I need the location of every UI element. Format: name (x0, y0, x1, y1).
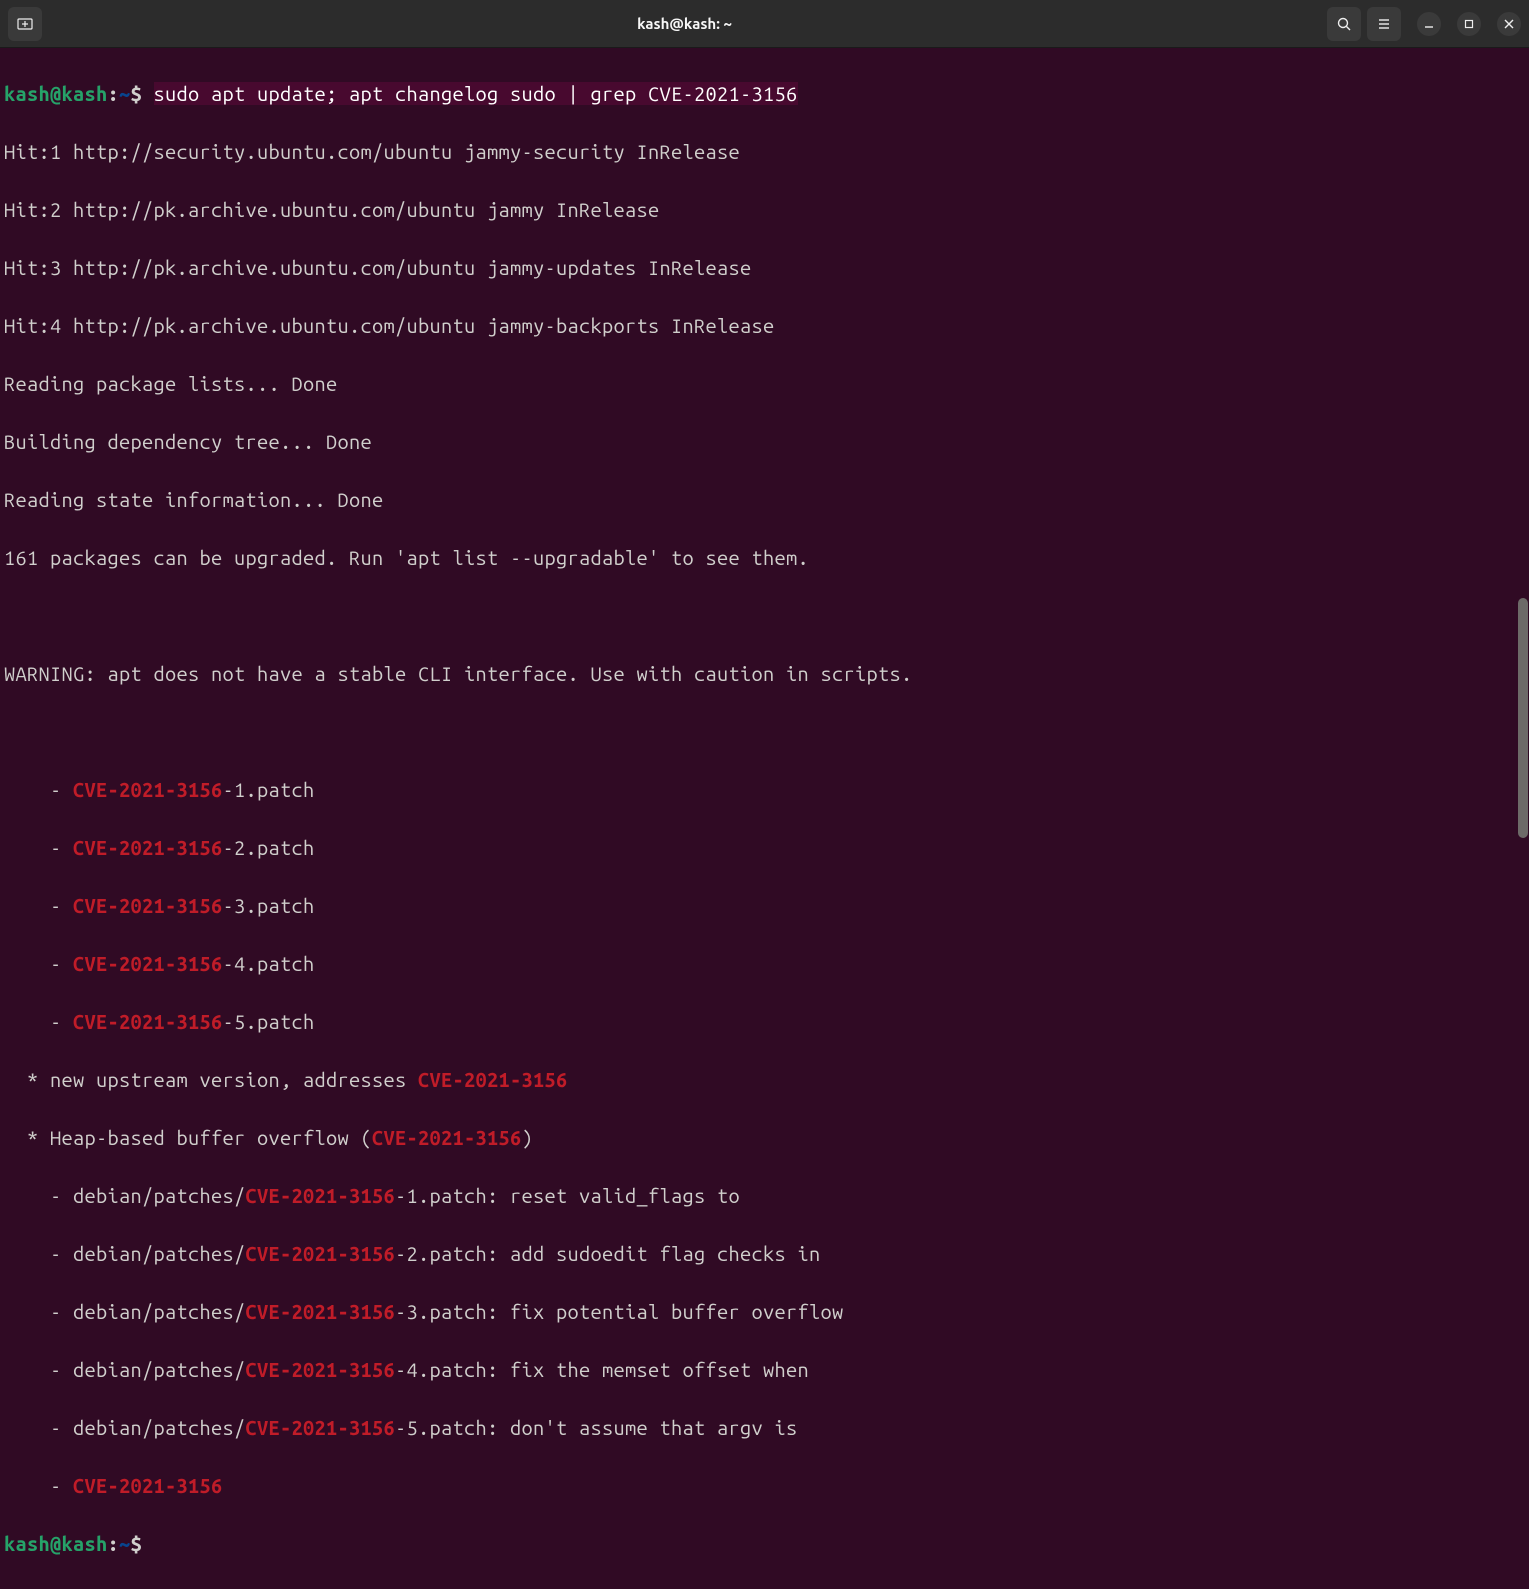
cve-highlight: CVE-2021-3156 (246, 1358, 396, 1381)
command-text: sudo apt update; apt changelog sudo | gr… (154, 82, 798, 105)
prompt-colon: : (108, 82, 120, 105)
prompt-host: kash (62, 82, 108, 105)
grep-line: * Heap-based buffer overflow (CVE-2021-3… (4, 1123, 1525, 1152)
search-icon (1336, 16, 1352, 32)
scrollbar[interactable] (1517, 48, 1529, 857)
title-bar: kash@kash: ~ (0, 0, 1529, 48)
output-line: Reading package lists... Done (4, 369, 1525, 398)
new-tab-icon (17, 16, 33, 32)
window-title: kash@kash: ~ (42, 13, 1327, 35)
prompt-host: kash (62, 1532, 108, 1555)
grep-line: - debian/patches/CVE-2021-3156-4.patch: … (4, 1355, 1525, 1384)
maximize-icon (1464, 19, 1474, 29)
output-line (4, 601, 1525, 630)
terminal-content[interactable]: kash@kash:~$ sudo apt update; apt change… (0, 48, 1529, 1589)
output-line (4, 717, 1525, 746)
output-line: Hit:1 http://security.ubuntu.com/ubuntu … (4, 137, 1525, 166)
prompt-colon: : (108, 1532, 120, 1555)
output-line: Hit:2 http://pk.archive.ubuntu.com/ubunt… (4, 195, 1525, 224)
close-button[interactable] (1497, 12, 1521, 36)
prompt-path: ~ (119, 1532, 131, 1555)
new-tab-button[interactable] (8, 7, 42, 41)
hamburger-icon (1376, 16, 1392, 32)
prompt-user: kash (4, 1532, 50, 1555)
cve-highlight: CVE-2021-3156 (73, 1010, 223, 1033)
scrollbar-thumb[interactable] (1518, 598, 1528, 838)
output-line: Reading state information... Done (4, 485, 1525, 514)
cve-highlight: CVE-2021-3156 (246, 1416, 396, 1439)
cve-highlight: CVE-2021-3156 (73, 1474, 223, 1497)
prompt-at: @ (50, 1532, 62, 1555)
cve-highlight: CVE-2021-3156 (246, 1300, 396, 1323)
output-line: Building dependency tree... Done (4, 427, 1525, 456)
minimize-button[interactable] (1417, 12, 1441, 36)
prompt-at: @ (50, 82, 62, 105)
prompt-path: ~ (119, 82, 131, 105)
grep-line: - CVE-2021-3156-1.patch (4, 775, 1525, 804)
grep-line: - CVE-2021-3156-5.patch (4, 1007, 1525, 1036)
grep-line: - CVE-2021-3156 (4, 1471, 1525, 1500)
cve-highlight: CVE-2021-3156 (418, 1068, 568, 1091)
grep-line: - CVE-2021-3156-2.patch (4, 833, 1525, 862)
cve-highlight: CVE-2021-3156 (372, 1126, 522, 1149)
search-button[interactable] (1327, 7, 1361, 41)
output-line: 161 packages can be upgraded. Run 'apt l… (4, 543, 1525, 572)
cve-highlight: CVE-2021-3156 (73, 894, 223, 917)
output-line: WARNING: apt does not have a stable CLI … (4, 659, 1525, 688)
maximize-button[interactable] (1457, 12, 1481, 36)
prompt-line: kash@kash:~$ (4, 1529, 1525, 1558)
prompt-dollar: $ (131, 82, 154, 105)
output-line: Hit:3 http://pk.archive.ubuntu.com/ubunt… (4, 253, 1525, 282)
cve-highlight: CVE-2021-3156 (73, 952, 223, 975)
grep-line: - CVE-2021-3156-3.patch (4, 891, 1525, 920)
output-line: Hit:4 http://pk.archive.ubuntu.com/ubunt… (4, 311, 1525, 340)
menu-button[interactable] (1367, 7, 1401, 41)
cve-highlight: CVE-2021-3156 (73, 778, 223, 801)
prompt-user: kash (4, 82, 50, 105)
grep-line: - debian/patches/CVE-2021-3156-3.patch: … (4, 1297, 1525, 1326)
cve-highlight: CVE-2021-3156 (246, 1184, 396, 1207)
grep-line: - debian/patches/CVE-2021-3156-2.patch: … (4, 1239, 1525, 1268)
grep-line: - debian/patches/CVE-2021-3156-1.patch: … (4, 1181, 1525, 1210)
grep-line: - debian/patches/CVE-2021-3156-5.patch: … (4, 1413, 1525, 1442)
close-icon (1504, 19, 1514, 29)
minimize-icon (1424, 19, 1434, 29)
prompt-line: kash@kash:~$ sudo apt update; apt change… (4, 79, 1525, 108)
cve-highlight: CVE-2021-3156 (73, 836, 223, 859)
prompt-dollar: $ (131, 1532, 154, 1555)
cve-highlight: CVE-2021-3156 (246, 1242, 396, 1265)
grep-line: - CVE-2021-3156-4.patch (4, 949, 1525, 978)
grep-line: * new upstream version, addresses CVE-20… (4, 1065, 1525, 1094)
